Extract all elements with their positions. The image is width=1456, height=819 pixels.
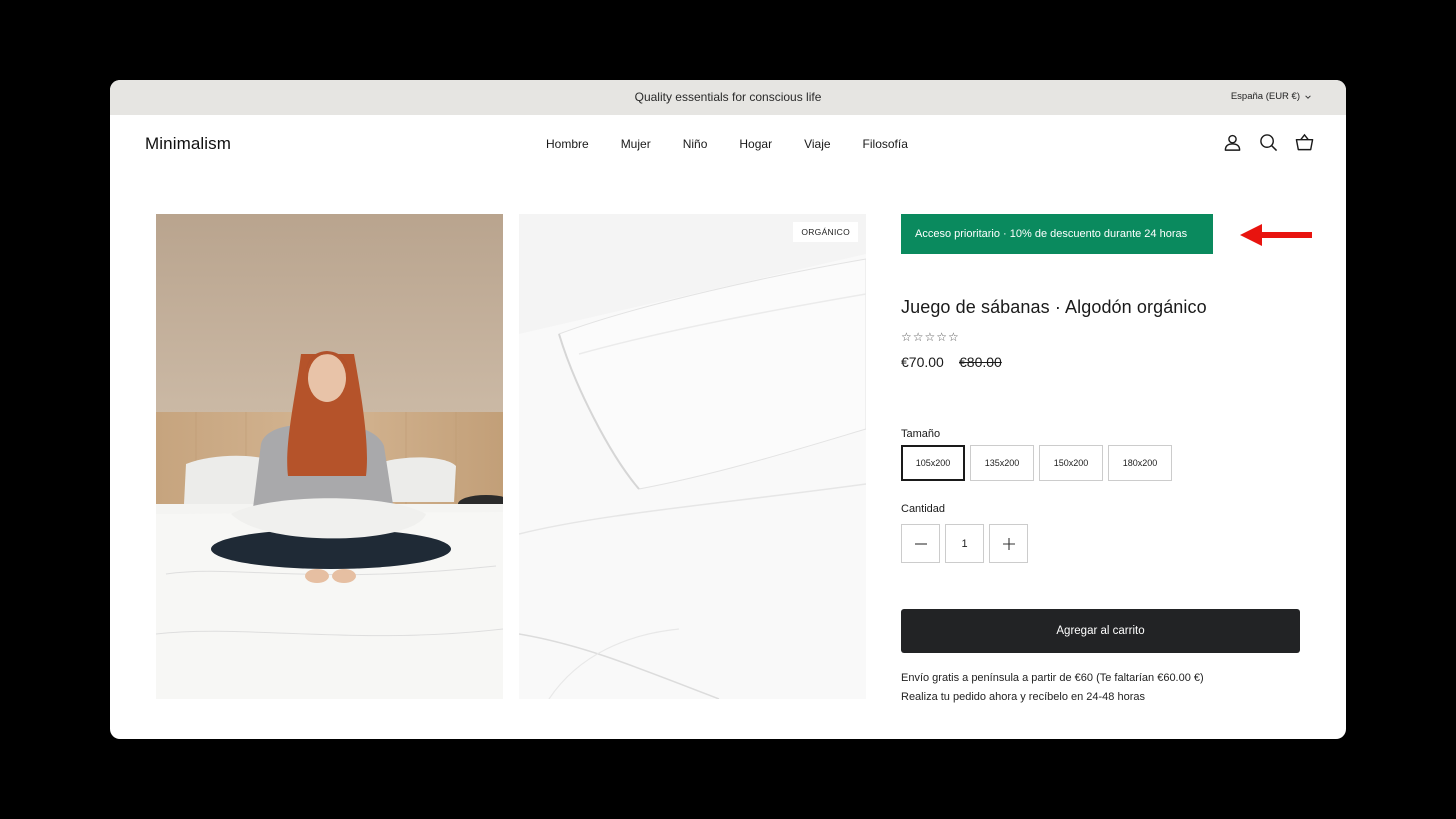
promo-banner[interactable]: Acceso prioritario · 10% de descuento du…	[901, 214, 1213, 254]
quantity-stepper: 1	[901, 524, 1028, 563]
quantity-input[interactable]: 1	[945, 524, 984, 563]
compare-price: €80.00	[959, 354, 1002, 370]
nav-item-hogar[interactable]: Hogar	[739, 137, 772, 151]
sale-price: €70.00	[901, 354, 944, 370]
plus-icon	[1002, 537, 1015, 550]
region-selector[interactable]: España (EUR €)	[1231, 91, 1312, 102]
nav-item-filosofia[interactable]: Filosofía	[863, 137, 908, 151]
rating-stars: ☆☆☆☆☆	[901, 330, 960, 344]
account-icon[interactable]	[1223, 133, 1242, 152]
site-logo[interactable]: Minimalism	[145, 134, 231, 154]
region-label: España (EUR €)	[1230, 91, 1300, 102]
add-to-cart-button[interactable]: Agregar al carrito	[901, 609, 1300, 653]
size-option-180x200[interactable]: 180x200	[1108, 445, 1172, 481]
shipping-threshold-text: Envío gratis a península a partir de €60…	[901, 672, 1204, 684]
size-option-105x200[interactable]: 105x200	[901, 445, 965, 481]
minus-icon	[914, 542, 927, 545]
announcement-bar: Quality essentials for conscious life Es…	[110, 80, 1346, 115]
annotation-arrow-icon	[1240, 224, 1312, 246]
browser-window: Quality essentials for conscious life Es…	[110, 80, 1346, 739]
product-title: Juego de sábanas · Algodón orgánico	[901, 297, 1207, 317]
main-nav: Hombre Mujer Niño Hogar Viaje Filosofía	[546, 137, 940, 151]
delivery-time-text: Realiza tu pedido ahora y recíbelo en 24…	[901, 691, 1145, 703]
size-option-150x200[interactable]: 150x200	[1039, 445, 1103, 481]
size-options: 105x200 135x200 150x200 180x200	[901, 445, 1172, 481]
basket-icon[interactable]	[1295, 133, 1314, 152]
size-option-135x200[interactable]: 135x200	[970, 445, 1034, 481]
nav-item-viaje[interactable]: Viaje	[804, 137, 830, 151]
quantity-increase-button[interactable]	[989, 524, 1028, 563]
nav-item-mujer[interactable]: Mujer	[621, 137, 651, 151]
nav-item-nino[interactable]: Niño	[683, 137, 708, 151]
quantity-decrease-button[interactable]	[901, 524, 940, 563]
search-icon[interactable]	[1259, 133, 1278, 152]
size-label: Tamaño	[901, 428, 941, 440]
product-image-sheets[interactable]: ORGÁNICO	[519, 214, 866, 699]
nav-item-hombre[interactable]: Hombre	[546, 137, 589, 151]
header-icons	[1223, 133, 1314, 152]
quantity-label: Cantidad	[901, 503, 946, 515]
product-image-model[interactable]	[156, 214, 503, 699]
announcement-text: Quality essentials for conscious life	[634, 90, 822, 104]
chevron-down-icon	[1305, 94, 1311, 99]
organic-badge: ORGÁNICO	[793, 222, 858, 242]
